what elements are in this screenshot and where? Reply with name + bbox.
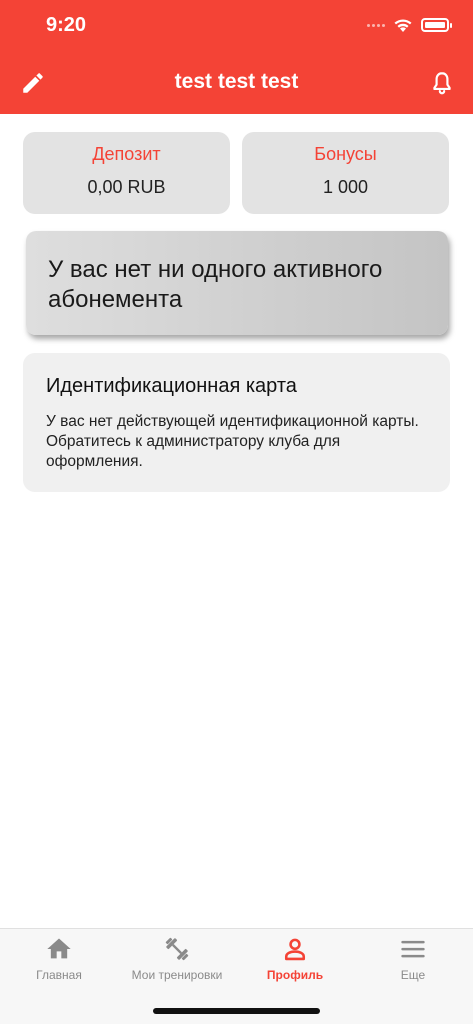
id-card-section: Идентификационная карта У вас нет действ…: [23, 353, 450, 492]
bell-icon: [433, 72, 451, 95]
battery-icon: [421, 18, 452, 32]
tab-home-label: Главная: [36, 968, 82, 982]
signal-icon: [367, 23, 385, 27]
subscription-card[interactable]: У вас нет ни одного активного абонемента: [26, 231, 448, 335]
page-title: test test test: [174, 70, 299, 93]
tab-home[interactable]: Главная: [0, 929, 118, 997]
menu-icon: [401, 940, 425, 958]
home-icon: [47, 938, 71, 959]
dumbbell-icon: [165, 937, 189, 961]
deposit-value: 0,00 RUB: [87, 177, 166, 197]
id-card-text: У вас нет действующей идентификационной …: [46, 413, 419, 470]
status-bar: 9:20: [0, 0, 473, 56]
tab-profile-label: Профиль: [266, 968, 324, 982]
user-icon: [284, 938, 306, 961]
wifi-icon: [394, 19, 412, 32]
notifications-button[interactable]: [429, 70, 457, 98]
status-icons: [367, 14, 452, 36]
home-indicator[interactable]: [153, 1008, 320, 1014]
tab-my-workouts[interactable]: Мои тренировки: [118, 929, 236, 997]
app-bar: test test test: [0, 56, 473, 114]
tab-profile[interactable]: Профиль: [236, 929, 354, 997]
bonus-value: 1 000: [322, 177, 369, 197]
deposit-label: Депозит: [92, 144, 161, 164]
tab-more[interactable]: Еще: [354, 929, 472, 997]
status-time: 9:20: [46, 14, 87, 36]
deposit-card[interactable]: Депозит 0,00 RUB: [23, 132, 230, 214]
bonus-card[interactable]: Бонусы 1 000: [242, 132, 449, 214]
tab-my-workouts-label: Мои тренировки: [131, 968, 223, 982]
bonus-label: Бонусы: [314, 144, 377, 164]
id-card-title: Идентификационная карта: [46, 375, 297, 397]
tab-more-label: Еще: [400, 968, 426, 982]
